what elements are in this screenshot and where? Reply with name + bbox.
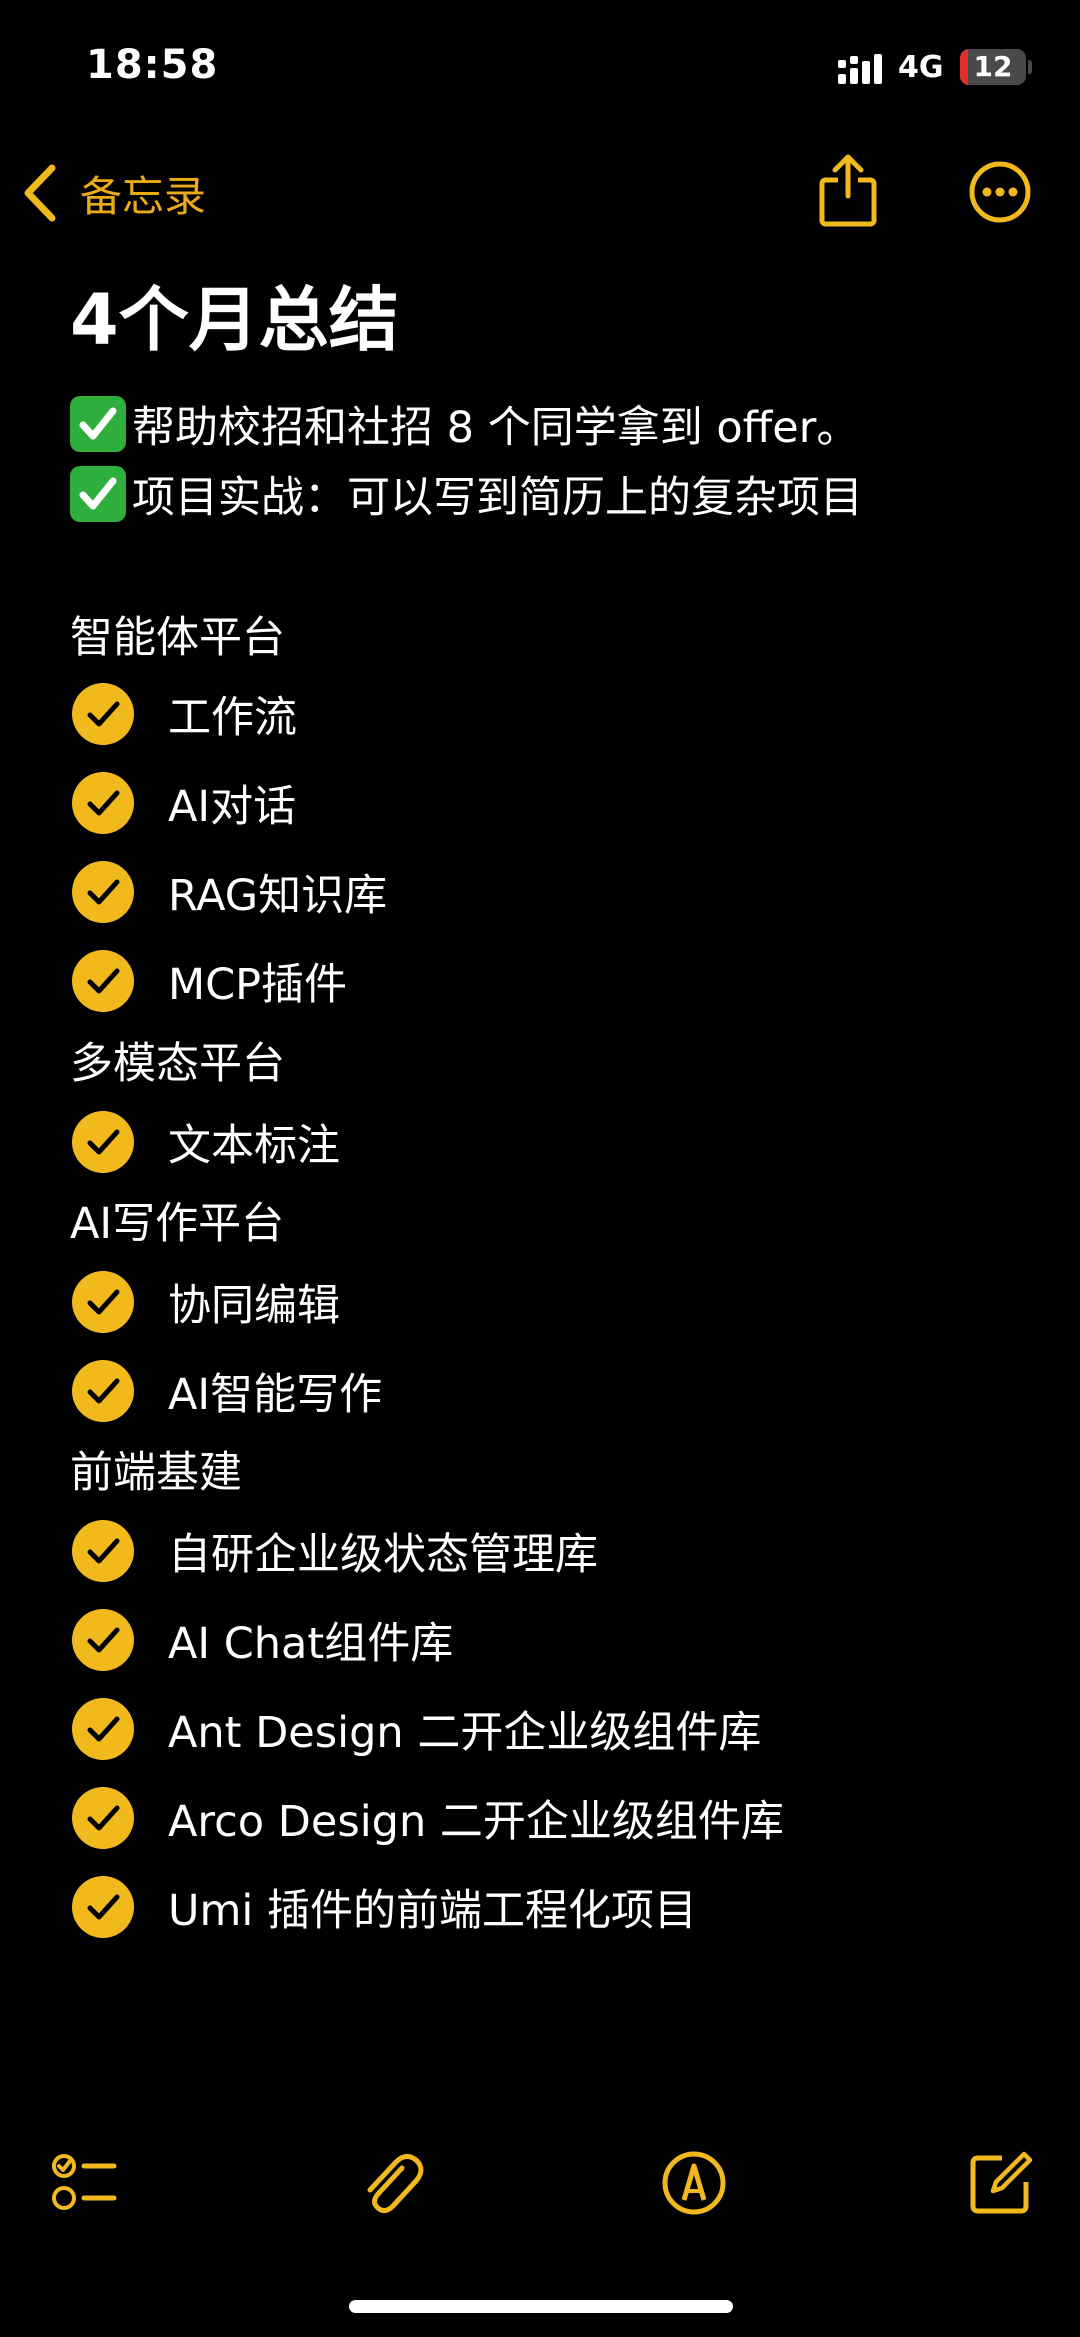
section-heading[interactable]: 前端基建 [70,1443,242,1503]
checked-circle-icon[interactable] [72,1520,134,1582]
checklist-item[interactable]: 工作流 [72,682,297,746]
checklist-item-label: MCP插件 [168,960,348,1010]
checked-circle-icon[interactable] [72,1787,134,1849]
back-label: 备忘录 [80,171,207,221]
checklist-item[interactable]: MCP插件 [72,949,347,1013]
check-mark-emoji-icon [70,466,126,522]
checklist-item[interactable]: 协同编辑 [72,1270,340,1334]
summary-line[interactable]: 帮助校招和社招 8 个同学拿到 offer。 [70,394,859,454]
checklist-item-label: Umi 插件的前端工程化项目 [168,1886,697,1936]
status-bar: 18:58 4G 12 [0,0,1080,130]
home-indicator[interactable] [349,2300,733,2313]
checklist-item[interactable]: Ant Design 二开企业级组件库 [72,1697,761,1761]
checklist-icon[interactable] [48,2148,118,2218]
section-heading[interactable]: AI写作平台 [70,1194,284,1254]
checklist-item-label: 工作流 [168,693,297,743]
section-heading[interactable]: 多模态平台 [70,1034,285,1094]
compose-icon[interactable] [966,2148,1036,2218]
checked-circle-icon[interactable] [72,1111,134,1173]
section-heading[interactable]: 智能体平台 [70,608,285,668]
ellipsis-circle-icon[interactable] [968,160,1032,224]
checklist-item[interactable]: 文本标注 [72,1110,340,1174]
network-type: 4G [898,50,944,85]
checklist-item-label: AI智能写作 [168,1370,383,1420]
checklist-item-label: Arco Design 二开企业级组件库 [168,1797,784,1847]
checklist-item-label: RAG知识库 [168,871,388,921]
checked-circle-icon[interactable] [72,1360,134,1422]
paperclip-icon[interactable] [356,2148,426,2218]
checklist-item[interactable]: Arco Design 二开企业级组件库 [72,1786,784,1850]
checked-circle-icon[interactable] [72,1271,134,1333]
checklist-item[interactable]: AI Chat组件库 [72,1608,453,1672]
checklist-item-label: 自研企业级状态管理库 [168,1530,598,1580]
battery-level: 12 [973,50,1013,83]
checklist-item[interactable]: AI智能写作 [72,1359,382,1423]
checked-circle-icon[interactable] [72,861,134,923]
check-mark-emoji-icon [70,396,126,452]
checklist-item-label: AI Chat组件库 [168,1619,454,1669]
back-button[interactable]: 备忘录 [22,158,206,228]
checklist-item[interactable]: AI对话 [72,771,296,835]
checked-circle-icon[interactable] [72,1609,134,1671]
checked-circle-icon[interactable] [72,950,134,1012]
summary-line[interactable]: 项目实战：可以写到简历上的复杂项目 [70,464,863,524]
checklist-item-label: AI对话 [168,782,297,832]
pen-circle-icon[interactable] [659,2148,729,2218]
share-icon[interactable] [818,152,878,228]
checklist-item[interactable]: 自研企业级状态管理库 [72,1519,598,1583]
summary-text: 项目实战：可以写到简历上的复杂项目 [132,473,863,523]
checked-circle-icon[interactable] [72,1876,134,1938]
checked-circle-icon[interactable] [72,772,134,834]
status-time: 18:58 [86,42,219,88]
battery-indicator: 12 [960,49,1026,85]
cellular-signal-icon [838,54,882,84]
checklist-item[interactable]: RAG知识库 [72,860,387,924]
note-title[interactable]: 4个月总结 [70,280,399,360]
battery-tip [1028,60,1032,74]
checklist-item[interactable]: Umi 插件的前端工程化项目 [72,1875,697,1939]
checklist-item-label: 文本标注 [168,1121,340,1171]
checked-circle-icon[interactable] [72,1698,134,1760]
checklist-item-label: Ant Design 二开企业级组件库 [168,1708,762,1758]
checklist-item-label: 协同编辑 [168,1281,340,1331]
summary-text: 帮助校招和社招 8 个同学拿到 offer。 [132,403,860,453]
chevron-left-icon [24,164,56,222]
checked-circle-icon[interactable] [72,683,134,745]
